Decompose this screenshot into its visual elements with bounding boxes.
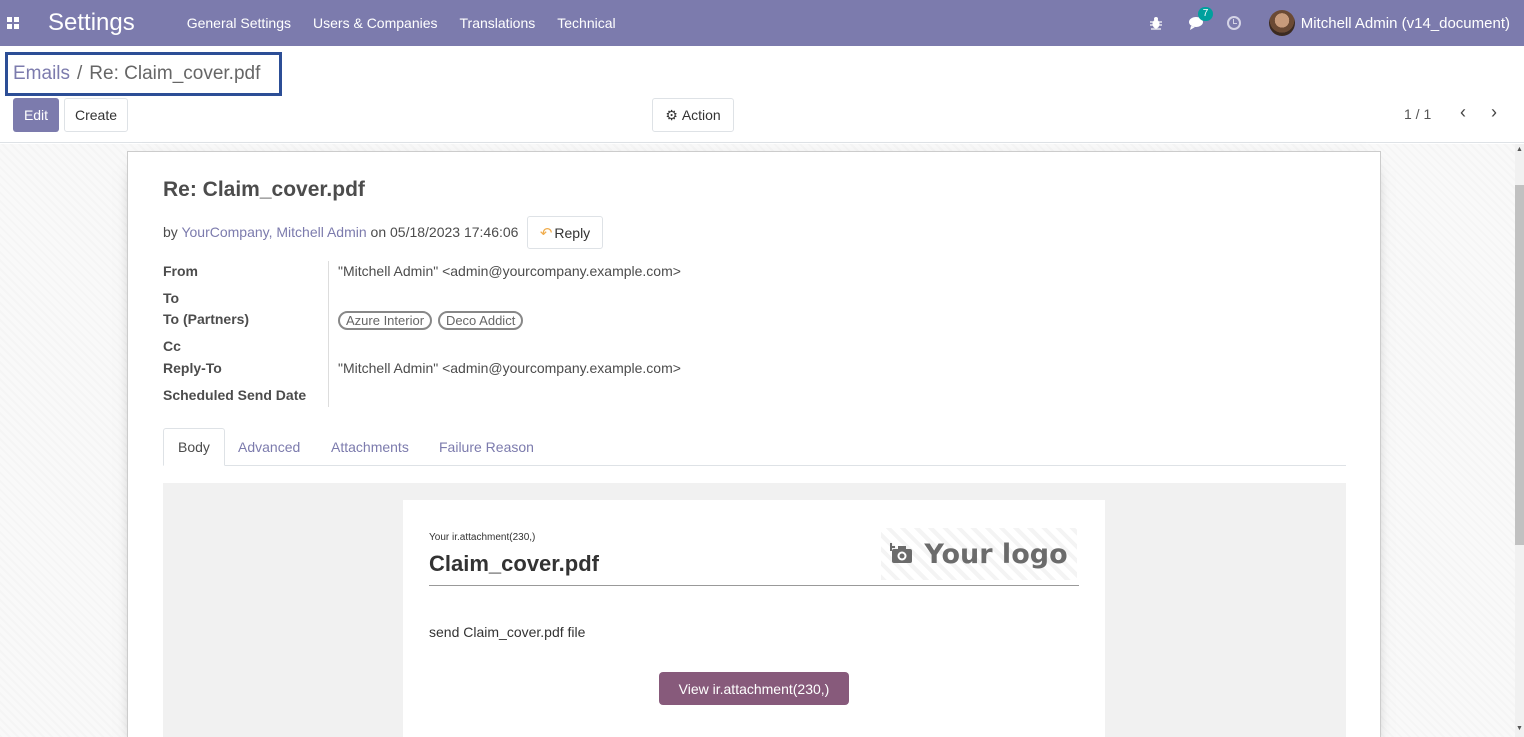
notebook-tabs: Body Advanced Attachments Failure Reason <box>163 428 1346 466</box>
chat-icon[interactable]: 7 <box>1188 7 1214 30</box>
reply-to-value: "Mitchell Admin" <admin@yourcompany.exam… <box>338 360 681 376</box>
tab-attachments[interactable]: Attachments <box>331 428 409 465</box>
create-button[interactable]: Create <box>64 98 128 132</box>
company-logo: Your logo <box>881 528 1077 580</box>
top-navbar: Settings General Settings Users & Compan… <box>0 0 1524 46</box>
message-date: on 05/18/2023 17:46:06 <box>370 224 519 240</box>
message-byline: by YourCompany, Mitchell Admin on 05/18/… <box>163 224 518 240</box>
app-title: Settings <box>48 9 135 36</box>
tab-advanced[interactable]: Advanced <box>238 428 300 465</box>
reply-icon: ↶ <box>539 224 553 242</box>
edit-button[interactable]: Edit <box>13 98 59 132</box>
from-value: "Mitchell Admin" <admin@yourcompany.exam… <box>338 263 681 279</box>
cc-label: Cc <box>163 338 181 354</box>
scrollbar-thumb[interactable] <box>1515 185 1524 545</box>
email-title: Claim_cover.pdf <box>429 551 599 576</box>
email-body-text: send Claim_cover.pdf file <box>429 624 586 640</box>
breadcrumb-current: Re: Claim_cover.pdf <box>89 63 261 84</box>
tab-failure-reason[interactable]: Failure Reason <box>439 428 534 465</box>
bug-icon[interactable] <box>1149 16 1163 30</box>
control-panel: Emails / Re: Claim_cover.pdf Edit Create… <box>0 46 1524 143</box>
from-label: From <box>163 263 198 279</box>
email-card: Your ir.attachment(230,) Claim_cover.pdf… <box>403 500 1105 737</box>
menu-technical[interactable]: Technical <box>557 15 615 31</box>
breadcrumb-emails-link[interactable]: Emails <box>13 63 70 85</box>
partner-tags: Azure Interior Deco Addict <box>338 311 525 330</box>
action-button[interactable]: ⚙ Action <box>652 98 734 132</box>
byline-by: by <box>163 224 178 240</box>
clock-icon[interactable] <box>1226 16 1241 30</box>
breadcrumb: Emails / Re: Claim_cover.pdf <box>5 52 282 96</box>
message-authors[interactable]: YourCompany, Mitchell Admin <box>181 224 366 240</box>
to-partners-label: To (Partners) <box>163 311 250 327</box>
to-label: To <box>163 290 180 306</box>
reply-label: Reply <box>554 224 591 241</box>
scheduled-send-date-label: Scheduled Send Date <box>163 387 307 403</box>
chevron-left-icon[interactable]: ‹ <box>1456 102 1470 122</box>
form-sheet: Re: Claim_cover.pdf by YourCompany, Mitc… <box>127 151 1381 737</box>
gear-icon: ⚙ <box>665 106 678 123</box>
user-menu[interactable]: Mitchell Admin (v14_document) <box>1301 15 1510 32</box>
breadcrumb-separator: / <box>77 63 83 84</box>
chat-count-badge: 7 <box>1197 7 1214 21</box>
action-label: Action <box>681 107 721 123</box>
email-divider <box>429 585 1079 586</box>
reply-button[interactable]: ↶ Reply <box>527 216 603 249</box>
camera-icon <box>890 543 913 563</box>
menu-translations[interactable]: Translations <box>460 15 536 31</box>
scroll-up-icon[interactable]: ▲ <box>1515 146 1524 153</box>
view-attachment-button[interactable]: View ir.attachment(230,) <box>659 672 849 705</box>
partner-tag[interactable]: Deco Addict <box>437 311 524 330</box>
chevron-right-icon[interactable]: › <box>1487 102 1501 122</box>
menu-users-companies[interactable]: Users & Companies <box>313 15 438 31</box>
avatar[interactable] <box>1268 10 1295 36</box>
logo-text: Your logo <box>924 538 1068 570</box>
scroll-down-icon[interactable]: ▼ <box>1515 725 1524 732</box>
field-divider <box>328 261 329 407</box>
email-subheading: Your ir.attachment(230,) <box>429 532 536 543</box>
apps-menu-icon[interactable] <box>0 0 26 46</box>
tab-body[interactable]: Body <box>163 428 225 466</box>
email-body-frame: Your ir.attachment(230,) Claim_cover.pdf… <box>163 483 1346 737</box>
menu-general-settings[interactable]: General Settings <box>187 15 291 31</box>
message-title: Re: Claim_cover.pdf <box>163 178 365 201</box>
reply-to-label: Reply-To <box>163 360 222 376</box>
partner-tag[interactable]: Azure Interior <box>338 311 433 330</box>
pager-value[interactable]: 1 / 1 <box>1404 106 1431 122</box>
